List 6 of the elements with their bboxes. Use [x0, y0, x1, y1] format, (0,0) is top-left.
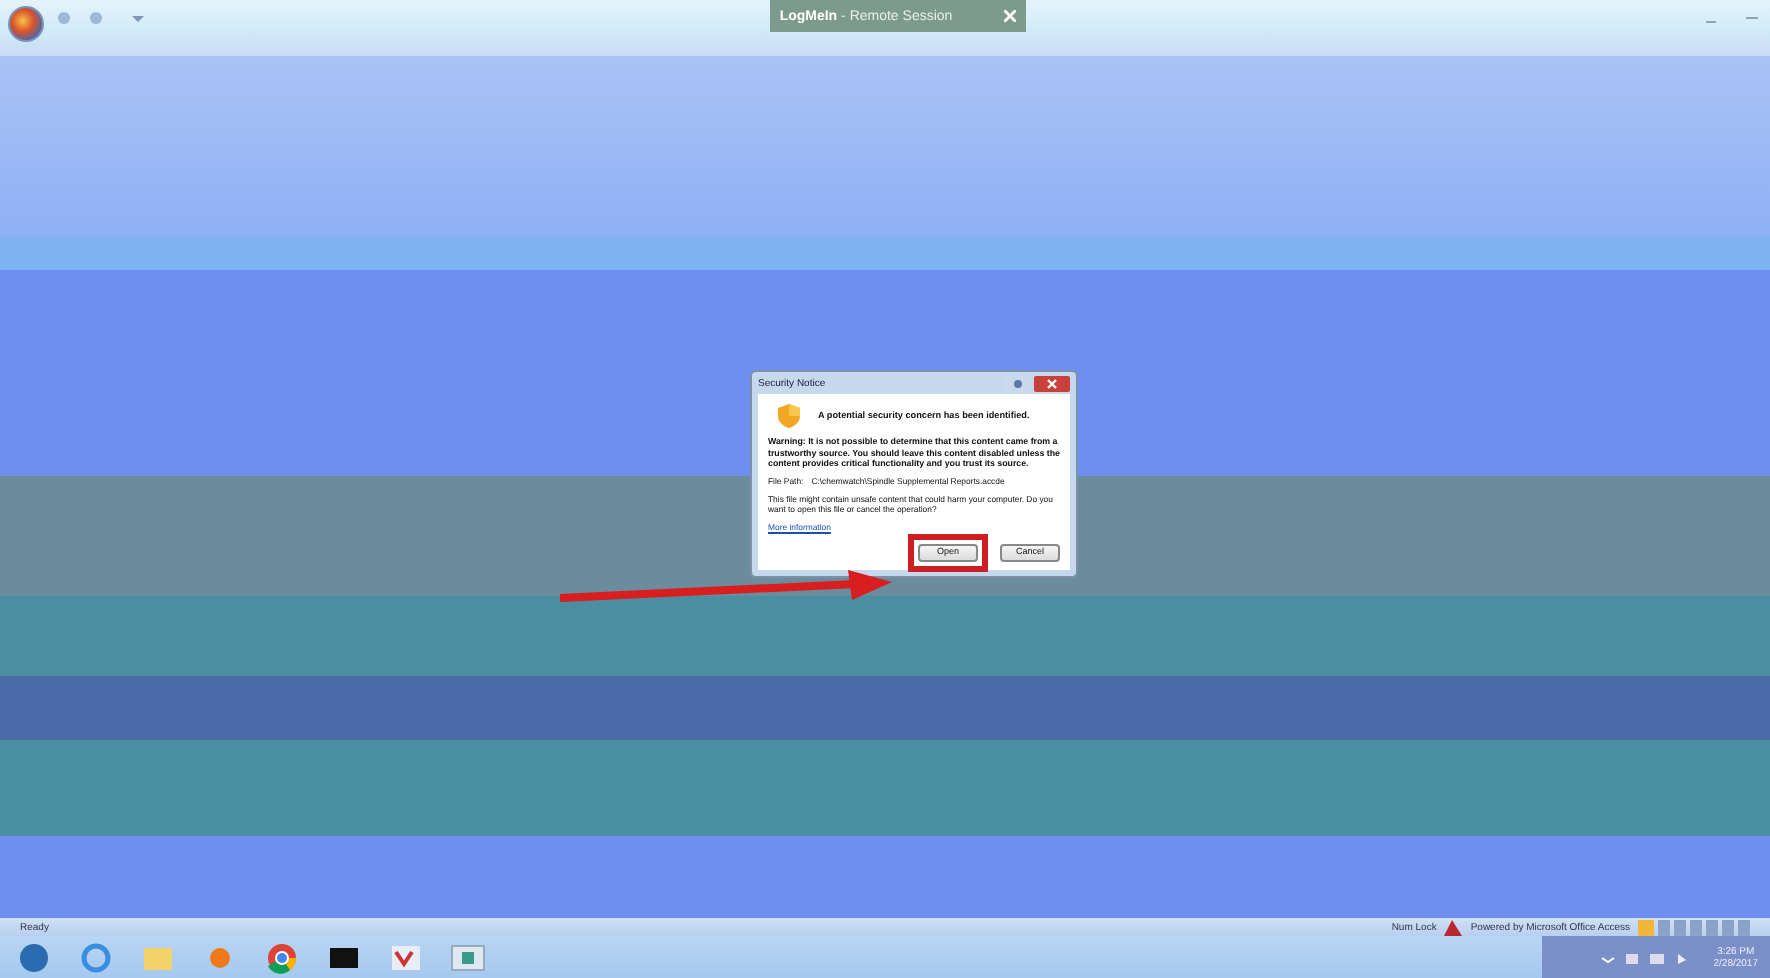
close-icon[interactable]: [1004, 10, 1017, 22]
office-button[interactable]: [8, 6, 44, 42]
shield-icon: [778, 404, 800, 428]
window-icon[interactable]: [446, 941, 490, 973]
window-controls-icon[interactable]: [1702, 12, 1762, 24]
close-icon[interactable]: [1034, 375, 1070, 391]
